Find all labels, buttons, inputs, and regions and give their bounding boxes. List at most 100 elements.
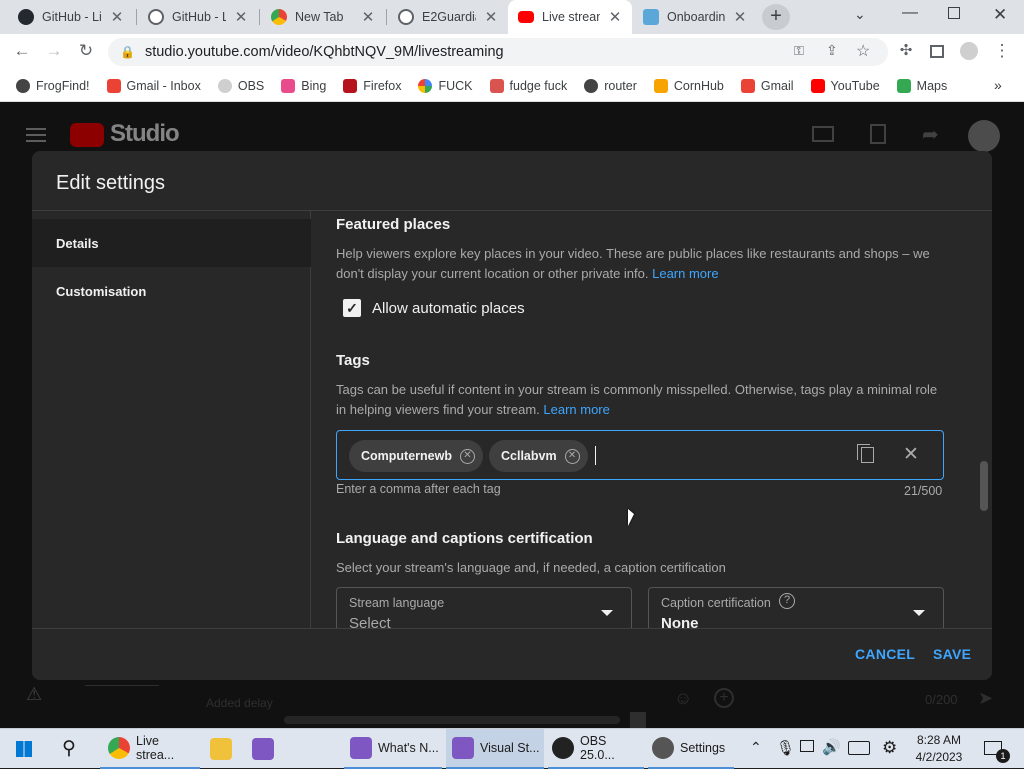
tab-title: GitHub - Li bbox=[42, 10, 102, 24]
nav-customisation[interactable]: Customisation bbox=[32, 267, 311, 315]
sky-icon bbox=[281, 78, 296, 93]
tab-github-1[interactable]: GitHub - Li ✕ bbox=[8, 0, 134, 34]
chrome-icon bbox=[108, 737, 130, 759]
text-cursor bbox=[595, 446, 596, 465]
tab-close-icon[interactable]: ✕ bbox=[110, 8, 124, 26]
forward-icon[interactable]: → bbox=[42, 41, 66, 61]
globe-icon bbox=[16, 78, 30, 93]
taskbar-whats-new[interactable]: What's N... bbox=[344, 729, 442, 769]
visual-studio-icon bbox=[350, 737, 372, 759]
allow-automatic-places-checkbox[interactable]: ✓ bbox=[343, 299, 361, 317]
tab-close-icon[interactable]: ✕ bbox=[484, 8, 498, 26]
nav-details[interactable]: Details bbox=[32, 219, 311, 267]
bookmark-bing[interactable]: Bing bbox=[281, 78, 326, 93]
taskbar-file-explorer[interactable] bbox=[204, 729, 240, 769]
bookmark-gmail-inbox[interactable]: Gmail - Inbox bbox=[106, 78, 201, 93]
tab-onboarding[interactable]: Onboardin ✕ bbox=[633, 0, 757, 34]
new-tab-button[interactable]: + bbox=[762, 4, 790, 30]
chrome-icon bbox=[271, 9, 287, 25]
dialog-footer: CANCEL SAVE bbox=[32, 628, 992, 680]
address-bar[interactable]: 🔒 studio.youtube.com/video/KQhbtNQV_9M/l… bbox=[108, 38, 888, 66]
key-icon[interactable]: ⚿ bbox=[794, 43, 804, 59]
bookmark-firefox[interactable]: Firefox bbox=[343, 78, 401, 93]
bookmark-star-icon[interactable]: ☆ bbox=[856, 41, 870, 61]
share-icon[interactable]: ⇪ bbox=[826, 42, 838, 59]
clock[interactable]: 8:28 AM 4/2/2023 bbox=[912, 733, 966, 764]
extensions-icon[interactable]: ✣ bbox=[894, 41, 918, 59]
featured-places-desc: Help viewers explore key places in your … bbox=[336, 246, 930, 281]
settings-gear-icon[interactable]: ⚙ bbox=[882, 738, 897, 758]
onboarding-icon bbox=[643, 9, 659, 25]
tab-search-chevron-icon[interactable]: ⌄ bbox=[854, 6, 866, 23]
allow-automatic-places-label[interactable]: Allow automatic places bbox=[372, 300, 525, 317]
tab-github-2[interactable]: GitHub - Li ✕ bbox=[138, 0, 258, 34]
more-bookmarks-icon[interactable]: » bbox=[994, 77, 1002, 93]
stream-language-value: Select bbox=[349, 615, 391, 628]
keyboard-icon[interactable] bbox=[848, 741, 870, 755]
remove-tag-icon[interactable]: ✕ bbox=[459, 448, 475, 464]
volume-icon[interactable]: 🔊 bbox=[822, 738, 841, 756]
language-desc: Select your stream's language and, if ne… bbox=[336, 560, 726, 575]
youtube-icon bbox=[810, 78, 825, 93]
cornhub-icon bbox=[653, 78, 668, 93]
bookmark-router[interactable]: router bbox=[584, 78, 637, 93]
tab-title: GitHub - Li bbox=[172, 10, 226, 24]
tags-input[interactable]: Computernewb ✕ Ccllabvm ✕ ✕ bbox=[336, 430, 944, 480]
tab-close-icon[interactable]: ✕ bbox=[361, 8, 375, 26]
search-icon[interactable]: ⚲ bbox=[62, 737, 76, 760]
bookmark-frogfind[interactable]: FrogFind! bbox=[16, 78, 90, 93]
taskbar-visual-studio-window[interactable]: Visual St... bbox=[446, 729, 544, 769]
bookmark-cornhub[interactable]: CornHub bbox=[653, 78, 724, 93]
tab-close-icon[interactable]: ✕ bbox=[608, 8, 622, 26]
minimize-icon[interactable]: — bbox=[902, 4, 918, 22]
side-panel-icon[interactable] bbox=[930, 45, 944, 58]
tag-chip: Ccllabvm ✕ bbox=[489, 440, 588, 472]
stream-language-select[interactable]: Stream language Select bbox=[336, 587, 632, 628]
stream-language-label: Stream language bbox=[349, 596, 445, 610]
menu-kebab-icon[interactable]: ⋮ bbox=[990, 41, 1014, 61]
taskbar-visual-studio[interactable] bbox=[246, 729, 282, 769]
bookmarks-bar: FrogFind! Gmail - Inbox OBS Bing Firefox… bbox=[0, 70, 1024, 102]
cancel-button[interactable]: CANCEL bbox=[855, 646, 915, 662]
tab-new-tab[interactable]: New Tab ✕ bbox=[261, 0, 385, 34]
help-icon[interactable]: ? bbox=[779, 593, 795, 609]
bookmark-fudge-fuck[interactable]: fudge fuck bbox=[489, 78, 567, 93]
tags-learn-more-link[interactable]: Learn more bbox=[543, 402, 609, 417]
notification-badge: 1 bbox=[996, 749, 1010, 763]
clear-tags-icon[interactable]: ✕ bbox=[903, 443, 919, 466]
tray-chevron-up-icon[interactable]: ⌃ bbox=[750, 739, 762, 756]
save-button[interactable]: SAVE bbox=[933, 646, 971, 662]
tab-e2guardian[interactable]: E2Guardian ✕ bbox=[388, 0, 508, 34]
microphone-icon[interactable]: 🎙 bbox=[776, 739, 795, 757]
visual-studio-icon bbox=[452, 737, 474, 759]
bookmark-obs[interactable]: OBS bbox=[217, 78, 264, 93]
tab-close-icon[interactable]: ✕ bbox=[234, 8, 248, 26]
bookmark-maps[interactable]: Maps bbox=[896, 78, 947, 93]
globe-icon bbox=[584, 78, 599, 93]
tab-live-stream[interactable]: Live stream ✕ bbox=[508, 0, 632, 34]
clock-time: 8:28 AM bbox=[916, 733, 962, 747]
remove-tag-icon[interactable]: ✕ bbox=[564, 448, 580, 464]
featured-learn-more-link[interactable]: Learn more bbox=[652, 266, 718, 281]
reload-icon[interactable]: ↻ bbox=[74, 41, 98, 61]
tab-close-icon[interactable]: ✕ bbox=[733, 8, 747, 26]
bookmark-youtube[interactable]: YouTube bbox=[810, 78, 880, 93]
tab-title: New Tab bbox=[295, 10, 344, 24]
bookmark-gmail[interactable]: Gmail bbox=[740, 78, 794, 93]
network-icon[interactable] bbox=[800, 740, 814, 752]
windows-start-icon[interactable] bbox=[16, 741, 32, 757]
taskbar-chrome[interactable]: Live strea... bbox=[100, 729, 200, 769]
profile-avatar[interactable] bbox=[960, 42, 978, 60]
maps-icon bbox=[896, 78, 911, 93]
taskbar-obs[interactable]: OBS 25.0... bbox=[548, 729, 644, 769]
language-heading: Language and captions certification bbox=[336, 530, 593, 547]
maximize-icon[interactable] bbox=[948, 7, 960, 19]
back-icon[interactable]: ← bbox=[10, 41, 34, 61]
window-close-icon[interactable]: ✕ bbox=[993, 5, 1007, 25]
taskbar-settings[interactable]: Settings bbox=[648, 729, 734, 769]
browser-tab-strip: GitHub - Li ✕ GitHub - Li ✕ New Tab ✕ E2… bbox=[0, 0, 1024, 34]
bookmark-fuck[interactable]: FUCK bbox=[418, 78, 473, 93]
url-text: studio.youtube.com/video/KQhbtNQV_9M/liv… bbox=[144, 44, 504, 60]
content-scrollbar[interactable] bbox=[980, 461, 988, 511]
caption-certification-select[interactable]: Caption certification ? None bbox=[648, 587, 944, 628]
